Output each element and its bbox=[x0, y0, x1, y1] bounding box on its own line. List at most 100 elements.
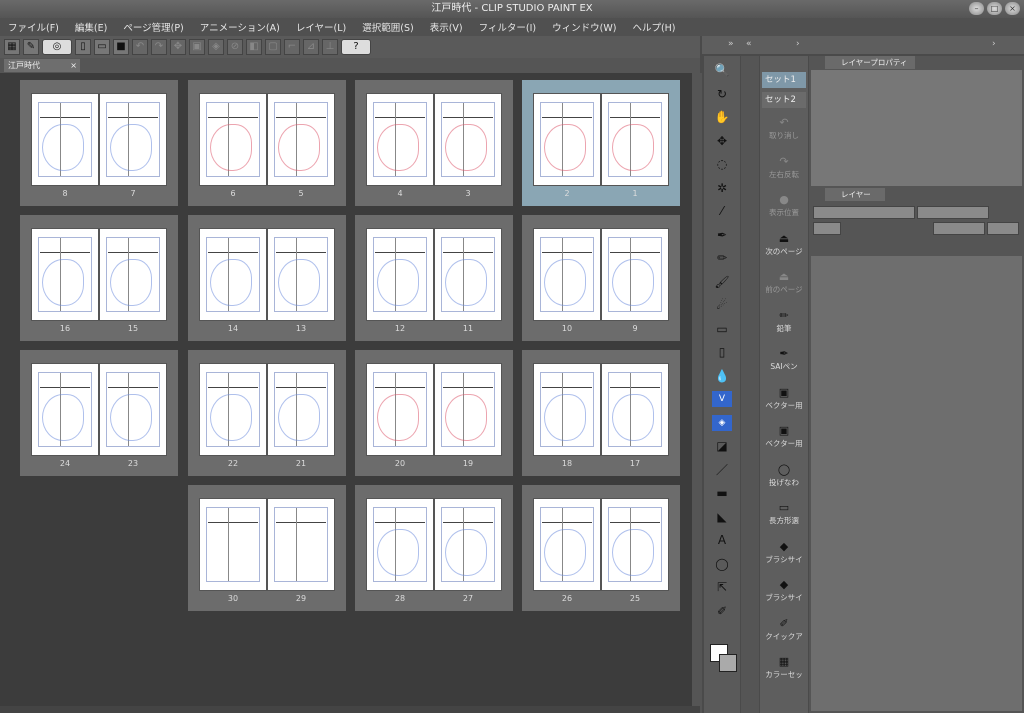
page-spread[interactable]: 18 17 bbox=[522, 350, 680, 476]
menu-filter[interactable]: フィルター(I) bbox=[471, 20, 545, 34]
page-spread[interactable]: 16 15 bbox=[20, 215, 178, 341]
page-spread[interactable]: 87 bbox=[20, 80, 178, 206]
minimize-button[interactable]: – bbox=[969, 2, 984, 15]
sub-tool-item[interactable]: ⏏ 次のページ bbox=[760, 232, 808, 257]
sub-tool-item[interactable]: ↶ 取り消し bbox=[760, 116, 808, 141]
sub-tool-item[interactable]: ▣ ベクター用 bbox=[760, 424, 808, 449]
figure-icon[interactable]: ／ bbox=[712, 462, 732, 478]
auto-select-icon[interactable]: ✲ bbox=[712, 180, 732, 196]
sub-tool-item[interactable]: ◆ ブラシサイ bbox=[760, 540, 808, 565]
page-spread[interactable]: 24 23 bbox=[20, 350, 178, 476]
page-spread[interactable]: 28 27 bbox=[355, 485, 513, 611]
ruler-snap-icon[interactable]: ⊿ bbox=[303, 39, 319, 55]
airbrush-icon[interactable]: ☄ bbox=[712, 297, 732, 313]
expand-left-icon[interactable]: « bbox=[746, 39, 752, 49]
page-thumbnail[interactable] bbox=[366, 93, 434, 186]
page-thumbnail[interactable] bbox=[434, 498, 502, 591]
ruler-icon[interactable]: ◣ bbox=[712, 509, 732, 525]
page-spread[interactable]: 26 25 bbox=[522, 485, 680, 611]
sub-tool-item[interactable]: ✏ 鉛筆 bbox=[760, 309, 808, 334]
text-icon[interactable]: A bbox=[712, 532, 732, 548]
background-color[interactable] bbox=[719, 654, 737, 672]
page-spread[interactable]: 10 9 bbox=[522, 215, 680, 341]
page-thumbnail[interactable] bbox=[434, 93, 502, 186]
page-thumbnail[interactable] bbox=[366, 498, 434, 591]
opacity-slider[interactable] bbox=[917, 206, 989, 219]
correct-icon[interactable]: ✐ bbox=[712, 603, 732, 619]
page-thumbnail[interactable] bbox=[31, 228, 99, 321]
sub-tool-item[interactable]: ↷ 左右反転 bbox=[760, 155, 808, 180]
sub-tool-item[interactable]: ▣ ベクター用 bbox=[760, 386, 808, 411]
hand-icon[interactable]: ✋ bbox=[712, 109, 732, 125]
grid-icon[interactable]: ▦ bbox=[4, 39, 20, 55]
page-thumbnail[interactable] bbox=[533, 363, 601, 456]
menu-window[interactable]: ウィンドウ(W) bbox=[544, 20, 624, 34]
page-spread[interactable]: 21 bbox=[522, 80, 680, 206]
undo-icon[interactable]: ↶ bbox=[132, 39, 148, 55]
deselect-icon[interactable]: ▢ bbox=[265, 39, 281, 55]
fill-icon[interactable]: ◈ bbox=[712, 414, 732, 431]
page-thumbnail[interactable] bbox=[601, 363, 669, 456]
layer-option-select[interactable] bbox=[813, 222, 841, 235]
move-icon[interactable]: ✥ bbox=[712, 133, 732, 149]
link-icon[interactable]: ⇱ bbox=[712, 579, 732, 595]
page-thumbnail[interactable] bbox=[99, 228, 167, 321]
set-2-tab[interactable]: セット2 bbox=[762, 92, 806, 108]
balloon-icon[interactable]: ◯ bbox=[712, 556, 732, 572]
horizontal-scrollbar[interactable] bbox=[0, 706, 700, 713]
page-spread[interactable]: 12 11 bbox=[355, 215, 513, 341]
menu-file[interactable]: ファイル(F) bbox=[0, 20, 67, 34]
page-thumbnail[interactable] bbox=[533, 228, 601, 321]
color-indicator[interactable] bbox=[710, 644, 737, 672]
page-thumbnail[interactable] bbox=[601, 228, 669, 321]
clip-logo-icon[interactable]: ◎ bbox=[42, 39, 72, 55]
page-spread[interactable]: 30 29 bbox=[188, 485, 346, 611]
tab-document[interactable]: 江戸時代 × bbox=[4, 59, 80, 72]
page-thumbnail[interactable] bbox=[533, 93, 601, 186]
page-thumbnail[interactable] bbox=[601, 498, 669, 591]
page-thumbnail[interactable] bbox=[199, 93, 267, 186]
stamp-icon[interactable]: ⊥ bbox=[322, 39, 338, 55]
page-thumbnail[interactable] bbox=[99, 363, 167, 456]
page-spread[interactable]: 43 bbox=[355, 80, 513, 206]
page-thumbnail[interactable] bbox=[267, 93, 335, 186]
pen-icon[interactable]: ✒ bbox=[712, 227, 732, 243]
menu-view[interactable]: 表示(V) bbox=[422, 20, 471, 34]
page-spread[interactable]: 65 bbox=[188, 80, 346, 206]
menu-page-management[interactable]: ページ管理(P) bbox=[115, 20, 191, 34]
new-file-icon[interactable]: ▯ bbox=[75, 39, 91, 55]
close-button[interactable]: × bbox=[1005, 2, 1020, 15]
snap-icon[interactable]: ⌐ bbox=[284, 39, 300, 55]
sub-tool-item[interactable]: ✒ SAIペン bbox=[760, 347, 808, 372]
sub-tool-item[interactable]: ◆ ブラシサイ bbox=[760, 578, 808, 603]
page-thumbnail[interactable] bbox=[267, 498, 335, 591]
menu-help[interactable]: ヘルプ(H) bbox=[624, 20, 683, 34]
help-icon[interactable]: ? bbox=[341, 39, 371, 55]
page-thumbnail[interactable] bbox=[267, 228, 335, 321]
maximize-button[interactable]: □ bbox=[987, 2, 1002, 15]
sub-tool-item[interactable]: ▭ 長方形選 bbox=[760, 501, 808, 526]
page-thumbnail[interactable] bbox=[199, 228, 267, 321]
lasso-icon[interactable]: ◌ bbox=[712, 156, 732, 172]
page-thumbnail[interactable] bbox=[434, 363, 502, 456]
page-thumbnail[interactable] bbox=[31, 363, 99, 456]
vector-tool-icon[interactable]: V bbox=[712, 391, 732, 407]
sub-tool-item[interactable]: ▦ カラーセッ bbox=[760, 655, 808, 680]
tab-close-icon[interactable]: × bbox=[70, 59, 77, 72]
eyedropper-icon[interactable]: ⁄ bbox=[712, 203, 732, 219]
canvas-scrollbar[interactable] bbox=[692, 73, 702, 713]
tab-layer[interactable]: レイヤー bbox=[825, 188, 885, 201]
page-thumbnail[interactable] bbox=[199, 498, 267, 591]
selection-icon[interactable]: ▣ bbox=[189, 39, 205, 55]
page-thumbnail[interactable] bbox=[366, 363, 434, 456]
brush-icon[interactable]: 🖌 bbox=[712, 274, 732, 290]
blend-icon[interactable]: 💧 bbox=[712, 368, 732, 384]
page-thumbnail[interactable] bbox=[601, 93, 669, 186]
sub-tool-item[interactable]: ⏏ 前のページ bbox=[760, 270, 808, 295]
transform-icon[interactable]: ✥ bbox=[170, 39, 186, 55]
collapse-left-icon[interactable]: » bbox=[728, 39, 734, 49]
frame-icon[interactable]: ▬ bbox=[712, 485, 732, 501]
menu-edit[interactable]: 編集(E) bbox=[67, 20, 115, 34]
pencil-icon[interactable]: ✏ bbox=[712, 250, 732, 266]
page-thumbnail[interactable] bbox=[31, 93, 99, 186]
